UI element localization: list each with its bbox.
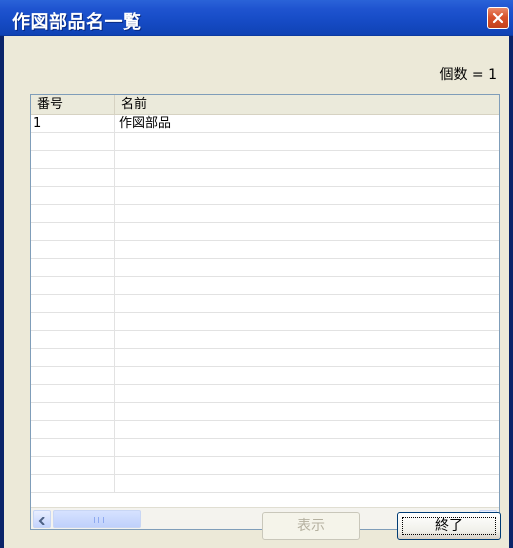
cell-number [31, 241, 115, 259]
cell-number [31, 475, 115, 493]
table-row[interactable] [31, 349, 499, 367]
cell-number [31, 187, 115, 205]
cell-name: 作図部品 [119, 116, 172, 131]
cell-number [31, 151, 115, 169]
cell-number [31, 421, 115, 439]
cell-name [115, 277, 499, 295]
table-row[interactable] [31, 187, 499, 205]
table-row[interactable] [31, 223, 499, 241]
cell-name [115, 169, 499, 187]
scroll-left-button[interactable] [33, 510, 51, 528]
table-row[interactable] [31, 403, 499, 421]
cell-name [115, 475, 499, 493]
parts-list[interactable]: 番号 名前 1 作図部品 [30, 94, 500, 530]
cell-name [115, 151, 499, 169]
table-row[interactable] [31, 385, 499, 403]
item-count-label: 個数 = 1 [439, 67, 497, 83]
cell-number [31, 331, 115, 349]
cell-number [31, 259, 115, 277]
cell-number [31, 223, 115, 241]
cell-number [31, 349, 115, 367]
cell-name [115, 187, 499, 205]
cell-name [115, 313, 499, 331]
table-row[interactable] [31, 439, 499, 457]
list-header: 番号 名前 [31, 95, 499, 115]
table-row[interactable] [31, 421, 499, 439]
table-row[interactable] [31, 457, 499, 475]
cell-name [115, 241, 499, 259]
cell-name [115, 205, 499, 223]
cell-name [115, 403, 499, 421]
cell-number [31, 403, 115, 421]
cell-name [115, 457, 499, 475]
title-bar[interactable]: 作図部品名一覧 [0, 0, 513, 36]
scroll-grip-icon [94, 517, 104, 523]
cell-name [115, 295, 499, 313]
cell-name [115, 349, 499, 367]
table-row[interactable] [31, 169, 499, 187]
table-row[interactable] [31, 277, 499, 295]
table-row[interactable] [31, 151, 499, 169]
cell-name [115, 223, 499, 241]
show-button[interactable]: 表示 [262, 512, 360, 540]
table-row[interactable] [31, 313, 499, 331]
cell-number [31, 457, 115, 475]
table-row[interactable] [31, 475, 499, 493]
column-header-number[interactable]: 番号 [31, 95, 115, 115]
dialog-window: 作図部品名一覧 個数 = 1 番号 名前 1 作図部品 表示 終了 [0, 0, 513, 548]
column-header-name[interactable]: 名前 [115, 95, 499, 115]
cell-number [31, 367, 115, 385]
table-row[interactable] [31, 205, 499, 223]
cell-name [115, 385, 499, 403]
close-icon [492, 12, 504, 24]
cell-number [31, 169, 115, 187]
cell-name [115, 439, 499, 457]
cell-name [115, 367, 499, 385]
cell-name [115, 259, 499, 277]
cell-name [115, 133, 499, 151]
cell-number [31, 205, 115, 223]
cell-number: 1 [31, 115, 115, 133]
cell-number [31, 385, 115, 403]
table-row[interactable] [31, 367, 499, 385]
cell-number [31, 133, 115, 151]
table-row[interactable] [31, 331, 499, 349]
table-row[interactable] [31, 241, 499, 259]
end-button[interactable]: 終了 [397, 512, 501, 540]
focus-rect [402, 517, 496, 535]
cell-number [31, 313, 115, 331]
window-title: 作図部品名一覧 [12, 12, 142, 33]
table-row[interactable] [31, 259, 499, 277]
scroll-thumb[interactable] [53, 510, 141, 528]
table-row[interactable] [31, 133, 499, 151]
cell-number [31, 295, 115, 313]
cell-name [115, 331, 499, 349]
arrow-left-icon [38, 510, 46, 529]
cell-name [115, 421, 499, 439]
dialog-client-area: 個数 = 1 番号 名前 1 作図部品 表示 終了 [4, 36, 509, 548]
list-rows: 1 作図部品 [31, 115, 499, 507]
table-row[interactable]: 1 作図部品 [31, 115, 499, 133]
close-button[interactable] [487, 7, 509, 29]
cell-number [31, 439, 115, 457]
cell-number [31, 277, 115, 295]
table-row[interactable] [31, 295, 499, 313]
